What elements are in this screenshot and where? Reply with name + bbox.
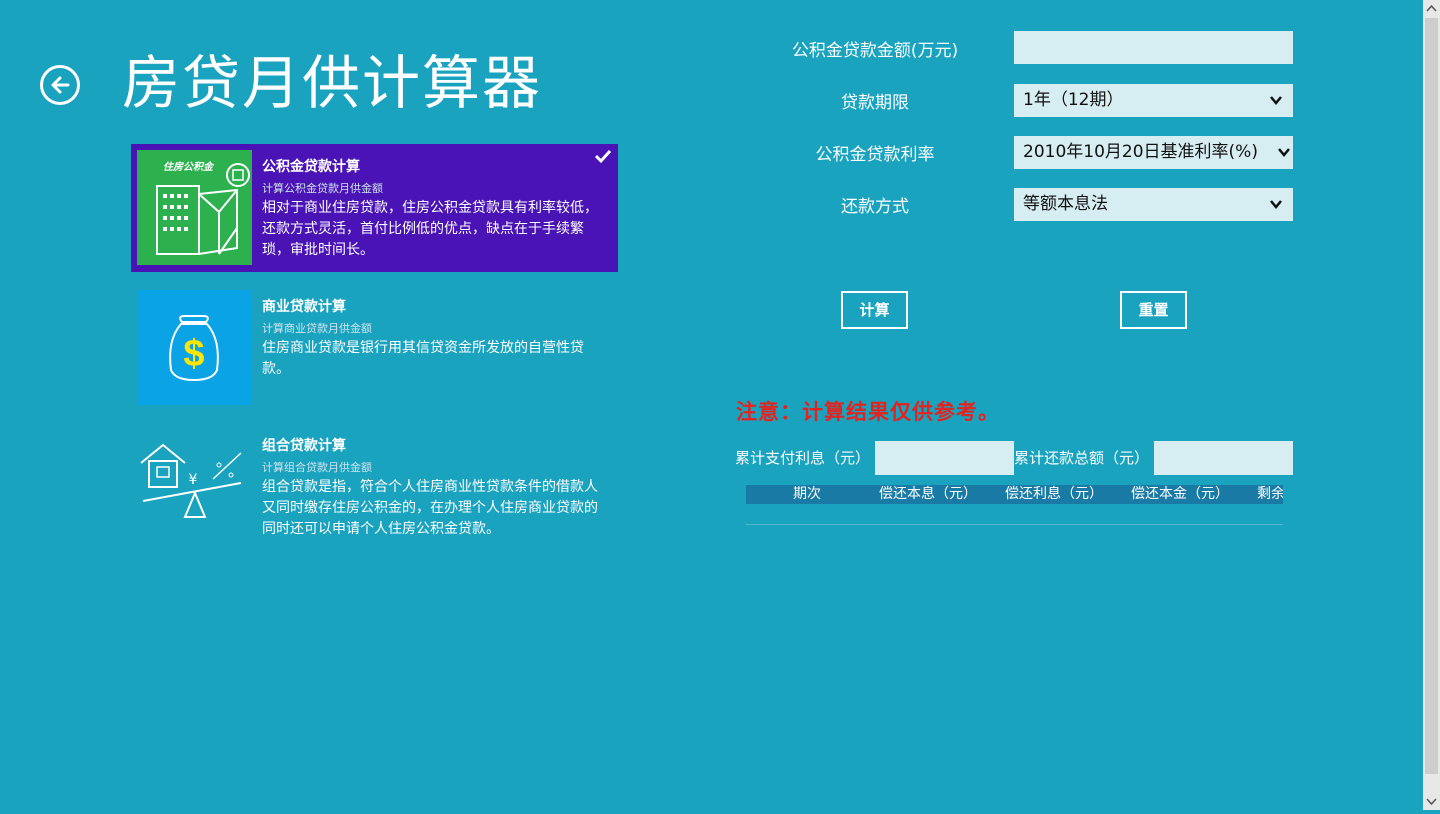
option-description: 住房商业贷款是银行用其信贷资金所发放的自营性贷款。 [262,340,584,377]
method-select[interactable]: 等额本息法 [1014,188,1293,221]
reset-button[interactable]: 重置 [1120,291,1187,329]
checkmark-icon [594,149,612,164]
total-repayment-label: 累计还款总额（元） [1014,449,1150,467]
scroll-up-button[interactable] [1423,0,1440,17]
provident-fund-thumbnail: 住房公积金 [137,150,252,265]
option-title: 公积金贷款计算 [262,159,360,175]
page-title: 房贷月供计算器 [122,49,543,117]
term-select[interactable]: 1年（12期） [1014,84,1293,117]
rate-select[interactable]: 2010年10月20日基准利率(%) [1014,136,1293,169]
table-divider [746,524,1283,525]
schedule-table-header: 期次 偿还本息（元） 偿还利息（元） 偿还本金（元） 剩余 [746,485,1283,504]
option-subtitle: 计算商业贷款月供金额 [262,322,372,335]
scale-house-icon: ¥ [140,443,242,518]
commercial-loan-thumbnail: $ [137,290,252,405]
option-provident-fund-loan[interactable]: 住房公积金 公积金贷款计算 计算公积金贷款月供金额 相对于商业住房贷款，住房公积… [131,144,618,272]
term-value: 1年（12期） [1023,90,1124,110]
arrow-left-icon [51,76,70,94]
rate-value: 2010年10月20日基准利率(%) [1023,142,1258,162]
svg-text:$: $ [183,333,204,375]
rate-label: 公积金贷款利率 [815,145,935,165]
chevron-down-icon [1270,96,1282,105]
chevron-down-icon [1278,148,1290,157]
method-label: 还款方式 [841,197,909,217]
building-icon [156,163,250,255]
method-value: 等额本息法 [1023,194,1108,214]
option-title: 商业贷款计算 [262,299,346,315]
combined-loan-thumbnail: ¥ [137,429,252,544]
calculate-button[interactable]: 计算 [841,291,908,329]
svg-text:¥: ¥ [189,472,198,488]
option-subtitle: 计算公积金贷款月供金额 [262,182,383,195]
option-title: 组合贷款计算 [262,438,346,454]
column-header: 偿还利息（元） [1005,486,1103,502]
column-header: 偿还本息（元） [879,486,977,502]
option-description: 相对于商业住房贷款，住房公积金贷款具有利率较低，还款方式灵活，首付比例低的优点，… [262,200,598,258]
amount-label: 公积金贷款金额(万元) [791,41,959,61]
scroll-down-button[interactable] [1423,793,1440,810]
chevron-up-icon [1426,4,1437,12]
scroll-thumb[interactable] [1425,18,1438,774]
amount-input[interactable] [1014,31,1293,64]
total-interest-label: 累计支付利息（元） [735,449,871,467]
back-button[interactable] [40,65,80,105]
chevron-down-icon [1426,798,1437,806]
total-repayment-field[interactable] [1154,441,1293,475]
chevron-down-icon [1270,200,1282,209]
option-subtitle: 计算组合贷款月供金额 [262,461,372,474]
option-combined-loan[interactable]: ¥ 组合贷款计算 计算组合贷款月供金额 组合贷款是指，符合个人住房商业性贷款条件… [131,423,618,551]
term-label: 贷款期限 [841,93,909,113]
total-interest-field[interactable] [875,441,1014,475]
option-commercial-loan[interactable]: $ 商业贷款计算 计算商业贷款月供金额 住房商业贷款是银行用其信贷资金所发放的自… [131,284,618,412]
notice-text: 注意：计算结果仅供参考。 [736,400,1000,424]
column-header: 剩余 [1257,486,1283,502]
column-header: 偿还本金（元） [1131,486,1229,502]
column-header: 期次 [793,486,821,502]
option-description: 组合贷款是指，符合个人住房商业性贷款条件的借款人又同时缴存住房公积金的，在办理个… [262,479,598,537]
vertical-scrollbar[interactable] [1423,0,1440,810]
money-bag-icon: $ [169,315,219,382]
